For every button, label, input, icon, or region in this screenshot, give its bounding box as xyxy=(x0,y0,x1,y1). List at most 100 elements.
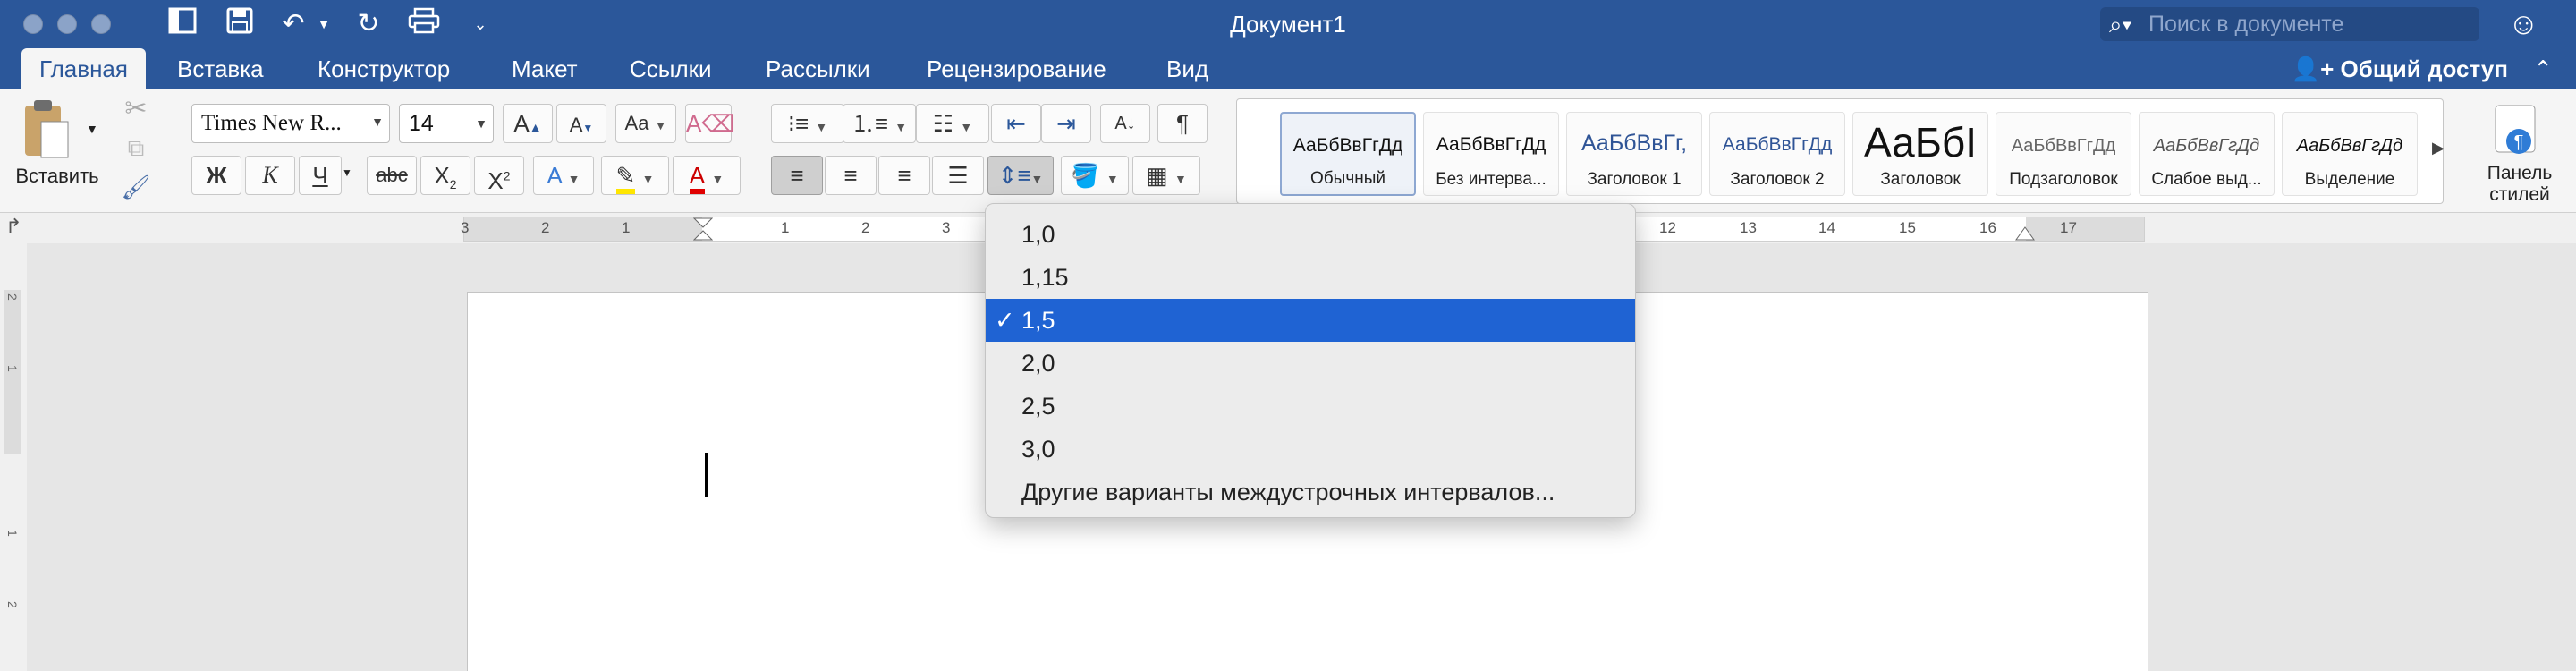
increase-indent-button[interactable]: ⇥ xyxy=(1041,104,1091,143)
borders-button[interactable]: ▦ ▼ xyxy=(1132,156,1200,195)
paste-button[interactable] xyxy=(20,98,73,165)
change-case-button[interactable]: Aa ▼ xyxy=(615,104,676,143)
styles-pane-button[interactable]: ¶ Панель стилей xyxy=(2470,104,2569,211)
checkmark-icon: ✓ xyxy=(995,307,1015,334)
strikethrough-button[interactable]: abc xyxy=(367,156,417,195)
vertical-ruler-content xyxy=(4,290,21,454)
decrease-indent-icon: ⇤ xyxy=(1006,110,1026,137)
tab-view[interactable]: Вид xyxy=(1148,48,1226,89)
tab-review[interactable]: Рецензирование xyxy=(909,48,1124,89)
line-spacing-option-selected[interactable]: ✓ 1,5 xyxy=(986,299,1635,342)
justify-button[interactable]: ☰ xyxy=(932,156,984,195)
vruler-tick: 1 xyxy=(5,365,20,372)
paste-dropdown-icon[interactable]: ▼ xyxy=(86,122,98,136)
borders-icon: ▦ xyxy=(1146,162,1168,189)
line-spacing-button[interactable]: ⇕≡▼ xyxy=(987,156,1054,195)
ribbon-tabs: Главная Вставка Конструктор Макет Ссылки… xyxy=(0,48,2576,89)
ruler-tick: 14 xyxy=(1818,219,1835,236)
text-effects-button[interactable]: A ▼ xyxy=(533,156,594,195)
grow-font-button[interactable]: A▲ xyxy=(503,104,553,143)
line-spacing-more-options[interactable]: Другие варианты междустрочных интервалов… xyxy=(986,471,1635,514)
share-button[interactable]: 👤+ Общий доступ xyxy=(2292,48,2508,89)
numbered-list-icon: ⒈≡ xyxy=(851,110,889,137)
word-window: ↶ ▼ ↻ ⌄ Документ1 ⌕▾ Поиск в документе ☺… xyxy=(0,0,2576,671)
style-emphasis[interactable]: АаБбВвГгДд Выделение xyxy=(2282,112,2418,196)
underline-dropdown-icon[interactable]: ▼ xyxy=(342,166,352,179)
ruler-tick: 15 xyxy=(1899,219,1916,236)
pilcrow-icon: ¶ xyxy=(1176,110,1189,137)
multilevel-list-icon: ☷ xyxy=(932,110,954,137)
underline-button[interactable]: Ч xyxy=(299,156,342,195)
chevron-down-icon: ▼ xyxy=(371,116,384,130)
shrink-font-button[interactable]: A▼ xyxy=(556,104,606,143)
search-placeholder: Поиск в документе xyxy=(2148,12,2344,37)
align-right-button[interactable]: ≡ xyxy=(878,156,930,195)
tab-insert[interactable]: Вставка xyxy=(159,48,282,89)
style-normal[interactable]: АаБбВвГгДд Обычный xyxy=(1280,112,1416,196)
italic-button[interactable]: К xyxy=(245,156,295,195)
tab-mailings[interactable]: Рассылки xyxy=(748,48,888,89)
tab-design[interactable]: Конструктор xyxy=(300,48,468,89)
style-heading-1[interactable]: АаБбВвГг, Заголовок 1 xyxy=(1566,112,1702,196)
indent-marker-icon[interactable] xyxy=(693,217,713,242)
decrease-indent-button[interactable]: ⇤ xyxy=(991,104,1041,143)
style-name: Заголовок 1 xyxy=(1587,170,1682,189)
style-name: Слабое выд... xyxy=(2151,170,2262,189)
collapse-ribbon-icon[interactable]: ⌃ xyxy=(2533,48,2553,89)
gallery-more-icon[interactable]: ▶ xyxy=(2432,139,2445,157)
feedback-smiley-icon[interactable]: ☺ xyxy=(2508,7,2544,41)
sort-icon: А↓ xyxy=(1114,114,1136,133)
align-center-button[interactable]: ≡ xyxy=(825,156,877,195)
shading-button[interactable]: 🪣 ▼ xyxy=(1061,156,1129,195)
style-sample: АаБбВвГг, xyxy=(1580,131,1688,156)
search-input[interactable]: ⌕▾ Поиск в документе xyxy=(2100,7,2479,41)
bullets-button[interactable]: ⁝≡ ▼ xyxy=(771,104,844,143)
format-painter-icon[interactable]: 🖌 xyxy=(120,174,152,201)
line-spacing-option[interactable]: 1,15 xyxy=(986,256,1635,299)
text-effects-icon: A xyxy=(547,162,562,189)
grow-font-icon: A▲ xyxy=(513,110,542,137)
ruler-tick: 1 xyxy=(622,219,631,236)
numbering-button[interactable]: ⒈≡ ▼ xyxy=(843,104,916,143)
font-size-select[interactable]: 14 ▼ xyxy=(399,104,494,143)
tab-references[interactable]: Ссылки xyxy=(612,48,730,89)
line-spacing-option[interactable]: 1,0 xyxy=(986,213,1635,256)
tab-layout[interactable]: Макет xyxy=(494,48,596,89)
bullet-list-icon: ⁝≡ xyxy=(787,110,809,137)
font-name-select[interactable]: Times New R... ▼ xyxy=(191,104,390,143)
style-name: Выделение xyxy=(2304,170,2395,189)
ruler-tick: 12 xyxy=(1659,219,1676,236)
style-title[interactable]: АаБбІ Заголовок xyxy=(1852,112,1988,196)
show-marks-button[interactable]: ¶ xyxy=(1157,104,1208,143)
style-heading-2[interactable]: АаБбВвГгДд Заголовок 2 xyxy=(1709,112,1845,196)
subscript-button[interactable]: X2 xyxy=(420,156,470,195)
line-spacing-option[interactable]: 2,0 xyxy=(986,342,1635,385)
clipboard-icon xyxy=(25,100,69,158)
copy-icon[interactable]: ⧉ xyxy=(120,134,152,163)
tab-selector-icon[interactable]: ↱ xyxy=(5,215,21,238)
multilevel-list-button[interactable]: ☷ ▼ xyxy=(916,104,989,143)
chevron-down-icon: ▼ xyxy=(475,116,487,131)
style-subtitle[interactable]: АаБбВвГгДд Подзаголовок xyxy=(1996,112,2131,196)
align-left-button[interactable]: ≡ xyxy=(771,156,823,195)
style-sample: АаБбВвГгДд xyxy=(1722,134,1833,155)
font-color-button[interactable]: A ▼ xyxy=(673,156,741,195)
line-spacing-option[interactable]: 2,5 xyxy=(986,385,1635,428)
clear-formatting-button[interactable]: A⌫ xyxy=(685,104,734,143)
superscript-button[interactable]: X2 xyxy=(474,156,524,195)
vertical-ruler[interactable]: 2 1 1 2 xyxy=(0,243,27,671)
style-name: Заголовок 2 xyxy=(1730,170,1825,189)
right-indent-marker-icon[interactable] xyxy=(2015,226,2035,242)
style-name: Подзаголовок xyxy=(2009,170,2118,189)
style-subtle-emphasis[interactable]: АаБбВвГгДд Слабое выд... xyxy=(2139,112,2275,196)
font-name-value: Times New R... xyxy=(201,111,342,135)
line-spacing-menu: 1,0 1,15 ✓ 1,5 2,0 2,5 3,0 Другие вариант… xyxy=(985,203,1636,518)
cut-icon[interactable]: ✂ xyxy=(120,93,152,124)
style-no-spacing[interactable]: АаБбВвГгДд Без интерва... xyxy=(1423,112,1559,196)
highlight-color-button[interactable]: ✎ ▼ xyxy=(601,156,669,195)
tab-home[interactable]: Главная xyxy=(21,48,146,89)
line-spacing-option[interactable]: 3,0 xyxy=(986,428,1635,471)
sort-button[interactable]: А↓ xyxy=(1100,104,1150,143)
align-right-icon: ≡ xyxy=(897,162,911,189)
bold-button[interactable]: Ж xyxy=(191,156,242,195)
